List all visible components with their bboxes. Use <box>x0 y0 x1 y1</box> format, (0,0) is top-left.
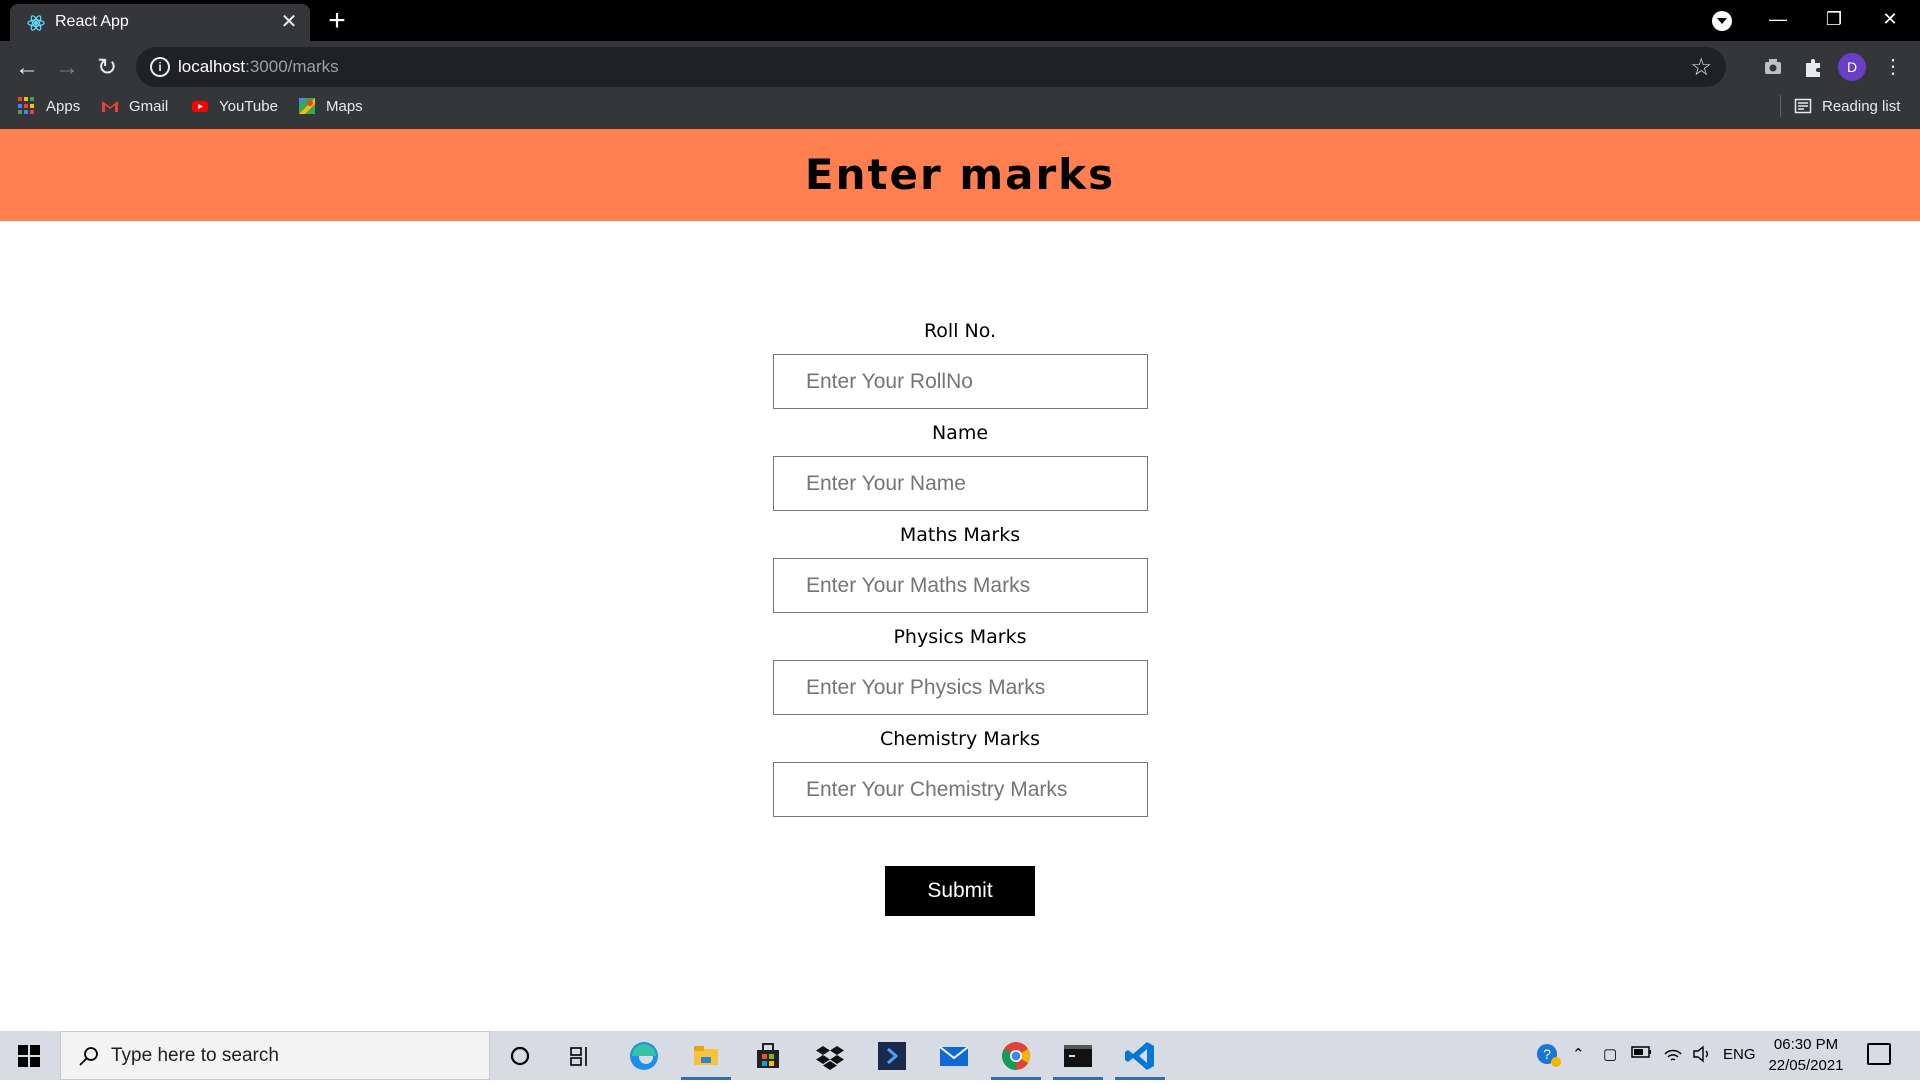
tab-close-icon[interactable]: ✕ <box>278 11 300 33</box>
vscode-icon[interactable] <box>1123 1039 1157 1073</box>
camera-icon[interactable] <box>1757 51 1789 83</box>
windows-start-icon[interactable] <box>18 1045 40 1067</box>
browser-titlebar: React App ✕ + — ❐ ✕ <box>0 0 1920 41</box>
reload-icon[interactable]: ↻ <box>90 51 124 85</box>
back-arrow-icon[interactable]: ← <box>10 51 44 85</box>
search-placeholder: Type here to search <box>111 1045 279 1066</box>
maps-icon <box>299 98 315 114</box>
close-window-button[interactable]: ✕ <box>1862 0 1918 41</box>
chemistry-marks-label: Chemistry Marks <box>880 728 1040 750</box>
menu-kebab-icon[interactable]: ⋮ <box>1877 51 1909 83</box>
browser-tab[interactable]: React App ✕ <box>10 4 310 41</box>
physics-marks-input[interactable] <box>773 660 1148 715</box>
browser-toolbar: ← → ↻ i localhost:3000/marks ☆ D ⋮ Apps … <box>0 41 1920 129</box>
new-tab-button[interactable]: + <box>323 6 351 36</box>
tab-title: React App <box>55 13 129 30</box>
page-header: Enter marks <box>0 129 1920 221</box>
page-content: Enter marks Roll No. Name Maths Marks Ph… <box>0 129 1920 1031</box>
youtube-icon <box>192 101 208 112</box>
meet-now-icon[interactable]: ▢ <box>1603 1045 1617 1063</box>
volume-icon[interactable] <box>1692 1045 1712 1067</box>
url-text: localhost:3000/marks <box>178 57 339 77</box>
address-bar[interactable]: i localhost:3000/marks ☆ <box>136 47 1726 87</box>
url-host: localhost <box>178 57 246 76</box>
url-path: :3000/marks <box>245 57 339 76</box>
show-hidden-icons-icon[interactable]: ⌃ <box>1572 1045 1585 1063</box>
notifications-icon[interactable] <box>1867 1043 1891 1065</box>
gmail-icon <box>102 101 118 112</box>
file-explorer-icon[interactable] <box>689 1039 723 1073</box>
chrome-icon[interactable] <box>999 1039 1033 1073</box>
name-label: Name <box>931 422 989 444</box>
terminal-icon[interactable] <box>1061 1039 1095 1073</box>
store-icon[interactable] <box>751 1039 785 1073</box>
edge-browser-icon[interactable] <box>627 1039 661 1073</box>
clock-time: 06:30 PM <box>1773 1036 1839 1053</box>
wifi-icon[interactable] <box>1663 1045 1683 1067</box>
profile-avatar[interactable]: D <box>1838 53 1866 81</box>
minimize-button[interactable]: — <box>1750 0 1806 41</box>
forward-arrow-icon[interactable]: → <box>50 51 84 85</box>
cortana-icon[interactable] <box>503 1039 537 1073</box>
battery-icon[interactable] <box>1631 1045 1653 1063</box>
bookmarks-divider <box>1780 95 1781 117</box>
reading-list-icon <box>1794 98 1812 114</box>
reading-list-button[interactable]: Reading list <box>1794 93 1900 119</box>
restore-button[interactable]: ❐ <box>1806 0 1862 41</box>
reading-list-label: Reading list <box>1822 97 1901 115</box>
bookmark-youtube[interactable]: YouTube <box>191 93 278 119</box>
language-indicator[interactable]: ENG <box>1723 1046 1756 1063</box>
taskbar-clock[interactable]: 06:30 PM 22/05/2021 <box>1763 1034 1849 1076</box>
bookmark-maps[interactable]: Maps <box>298 93 363 119</box>
bookmark-label: Gmail <box>129 97 169 115</box>
powershell-icon[interactable] <box>875 1039 909 1073</box>
name-input[interactable] <box>773 456 1148 511</box>
taskbar-search-box[interactable]: Type here to search <box>60 1031 490 1080</box>
bookmark-star-icon[interactable]: ☆ <box>1690 53 1712 82</box>
maths-marks-label: Maths Marks <box>899 524 1021 546</box>
mail-icon[interactable] <box>937 1039 971 1073</box>
tab-search-icon[interactable] <box>1712 11 1732 31</box>
maths-marks-input[interactable] <box>773 558 1148 613</box>
bookmark-apps[interactable]: Apps <box>18 93 80 119</box>
extensions-puzzle-icon[interactable] <box>1797 51 1829 83</box>
react-icon <box>27 15 45 31</box>
help-icon[interactable]: ? <box>1535 1041 1563 1073</box>
rollno-label: Roll No. <box>923 320 997 342</box>
bookmark-label: YouTube <box>219 97 278 115</box>
dropbox-icon[interactable] <box>813 1039 847 1073</box>
rollno-input[interactable] <box>773 354 1148 409</box>
svg-text:?: ? <box>1543 1046 1551 1062</box>
bookmark-gmail[interactable]: Gmail <box>101 93 168 119</box>
apps-grid-icon <box>18 97 36 115</box>
page-title: Enter marks <box>804 150 1116 199</box>
submit-button[interactable]: Submit <box>885 866 1035 916</box>
site-info-icon[interactable]: i <box>150 57 170 77</box>
search-icon <box>79 1047 98 1066</box>
bookmark-label: Maps <box>326 97 363 115</box>
chemistry-marks-input[interactable] <box>773 762 1148 817</box>
windows-taskbar: Type here to search ? ⌃ ▢ ENG 06:30 PM 2… <box>0 1031 1920 1080</box>
task-view-icon[interactable] <box>563 1039 597 1073</box>
bookmark-label: Apps <box>46 97 81 115</box>
physics-marks-label: Physics Marks <box>893 626 1027 648</box>
clock-date: 22/05/2021 <box>1768 1057 1844 1074</box>
